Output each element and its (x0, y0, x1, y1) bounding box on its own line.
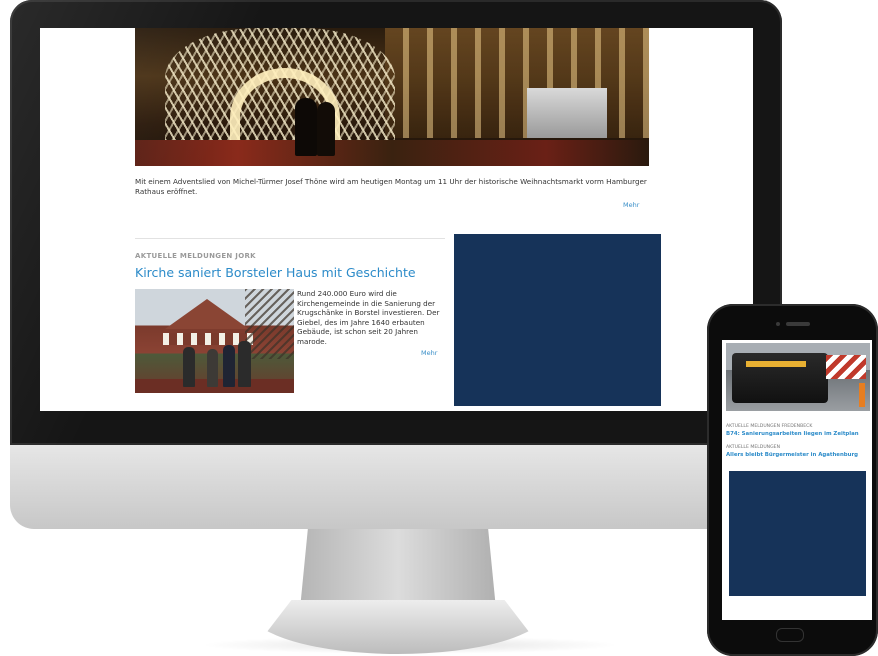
hero-truck (527, 88, 607, 138)
hero-ground (135, 140, 649, 166)
thumb-person (238, 341, 251, 387)
phone-hero-image-road-paver[interactable] (726, 343, 870, 411)
hero-image-christmas-market[interactable] (135, 28, 649, 166)
thumb-tree (245, 289, 294, 359)
article-teaser: Rund 240.000 Euro wird die Kirchengemein… (297, 289, 440, 346)
thumb-person (223, 345, 235, 387)
hero-caption: Mit einem Adventslied von Michel-Türmer … (135, 177, 647, 196)
monitor-stand-neck (300, 529, 496, 609)
desktop-screen: Mit einem Adventslied von Michel-Türmer … (40, 28, 753, 411)
article-more-link[interactable]: Mehr (421, 349, 437, 357)
phone-hero-barrier (826, 355, 866, 379)
article-thumbnail[interactable] (135, 289, 294, 393)
phone-camera (776, 322, 780, 326)
hero-person (317, 102, 335, 156)
section-divider (135, 238, 445, 239)
phone-item-kicker: AKTUELLE MELDUNGEN FREDENBECK (726, 424, 813, 429)
article-headline-link[interactable]: Kirche saniert Borsteler Haus mit Geschi… (135, 265, 416, 280)
thumb-person (183, 347, 195, 387)
phone-item-kicker: AKTUELLE MELDUNGEN (726, 445, 781, 450)
phone-home-button[interactable] (776, 628, 804, 642)
phone-item-title-link[interactable]: B74: Sanierungsarbeiten liegen im Zeitpl… (726, 431, 859, 437)
hero-person (295, 98, 317, 156)
thumb-person (207, 349, 218, 387)
phone-hero-worker (859, 383, 865, 407)
hero-more-link[interactable]: Mehr (623, 201, 639, 209)
article-kicker: AKTUELLE MELDUNGEN JORK (135, 252, 256, 260)
phone-hero-machine-light (746, 361, 806, 367)
phone-item-title-link[interactable]: Allers bleibt Bürgermeister in Agathenbu… (726, 452, 858, 458)
hero-building (385, 28, 649, 138)
monitor-chin (10, 445, 782, 529)
phone-screen: AKTUELLE MELDUNGEN FREDENBECK B74: Sanie… (722, 340, 872, 620)
ad-banner-phone[interactable] (729, 471, 866, 596)
phone-speaker (786, 322, 810, 326)
ad-banner-desktop[interactable] (454, 234, 661, 406)
